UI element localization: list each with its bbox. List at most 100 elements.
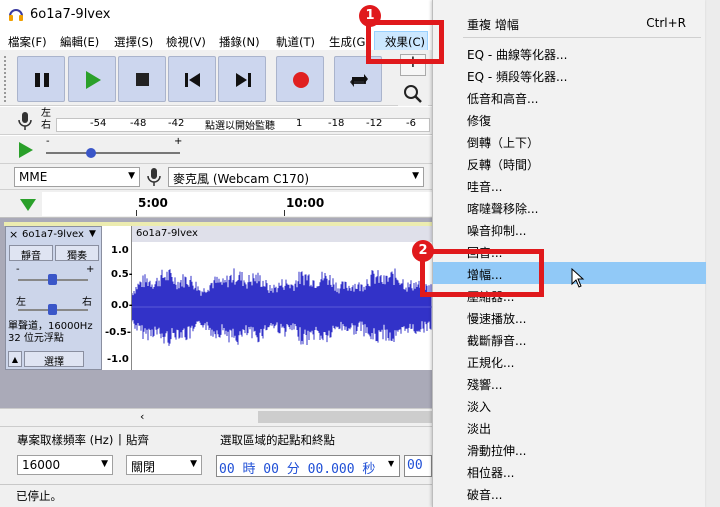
timeline-ruler[interactable]: [42, 192, 432, 216]
meter-click-to-monitor[interactable]: 點選以開始監聽: [205, 117, 275, 132]
effect-menu-item[interactable]: 相位器...: [433, 460, 706, 482]
clip-title[interactable]: 6o1a7-9lvex: [132, 226, 432, 242]
skip-start-button[interactable]: [168, 56, 216, 102]
waveform[interactable]: [132, 244, 432, 370]
pan-right-label: 右: [82, 297, 92, 308]
audio-host-value: MME: [19, 170, 48, 184]
callout-badge-1: 1: [359, 5, 381, 27]
effect-menu-item-label: 慢速播放...: [467, 312, 527, 326]
snap-select[interactable]: 關閉 ▼: [126, 455, 202, 475]
chevron-down-icon: ▼: [412, 171, 419, 181]
menu-view[interactable]: 檢視(V): [166, 34, 206, 50]
audio-host-select[interactable]: MME ▼: [14, 167, 140, 187]
effect-menu-item-label: 低音和高音...: [467, 92, 539, 106]
selection-start-time[interactable]: 00 時 00 分 00.000 秒: [216, 455, 400, 477]
effect-menu-item[interactable]: 修復: [433, 108, 706, 130]
play-button[interactable]: [68, 56, 116, 102]
background-window-edge: [705, 0, 720, 507]
menu-edit[interactable]: 編輯(E): [60, 34, 99, 50]
tick-mark: [284, 210, 285, 216]
pin-playhead-icon[interactable]: [18, 196, 38, 214]
effect-menu-item[interactable]: 淡入: [433, 394, 706, 416]
y-tick: -0.5-: [105, 327, 132, 338]
snap-label-separator: |: [118, 432, 122, 446]
effect-menu-item[interactable]: 滑動拉伸...: [433, 438, 706, 460]
menu-transport[interactable]: 播錄(N): [219, 34, 260, 50]
effect-menu-item[interactable]: 淡出: [433, 416, 706, 438]
zoom-icon[interactable]: [400, 82, 426, 104]
menu-tracks[interactable]: 軌道(T): [276, 34, 315, 50]
effect-menu-item[interactable]: 反轉（時間）: [433, 152, 706, 174]
timeline-tick: 10:00: [286, 196, 325, 210]
effect-menu-item[interactable]: 噪音抑制...: [433, 218, 706, 240]
speed-slider-track[interactable]: [46, 152, 180, 154]
solo-button[interactable]: 獨奏: [55, 245, 99, 262]
selection-end-time[interactable]: 00: [404, 455, 432, 477]
effect-menu-item[interactable]: 重複 增幅 Ctrl+R: [433, 12, 706, 34]
menu-generate[interactable]: 生成(G): [329, 34, 370, 50]
meter-tick: -12: [366, 118, 383, 129]
effect-menu-item[interactable]: 殘響...: [433, 372, 706, 394]
recording-device-select[interactable]: 麥克風 (Webcam C170) ▼: [168, 167, 424, 187]
chevron-down-icon: ▼: [101, 459, 108, 469]
callout-box-2: [420, 249, 544, 297]
effect-menu-item-label: 噪音抑制...: [467, 224, 527, 238]
microphone-icon[interactable]: [16, 110, 34, 132]
stop-button[interactable]: [118, 56, 166, 102]
effect-menu-item-label: 重複 增幅: [467, 18, 519, 32]
effect-menu-item[interactable]: 喀噠聲移除...: [433, 196, 706, 218]
effect-menu-item[interactable]: 哇音...: [433, 174, 706, 196]
menu-file[interactable]: 檔案(F): [8, 34, 47, 50]
effect-menu-item[interactable]: 截斷靜音...: [433, 328, 706, 350]
effect-menu-item-label: 淡入: [467, 400, 492, 414]
mute-button[interactable]: 靜音: [9, 245, 53, 262]
scroll-thumb[interactable]: [258, 411, 432, 423]
effect-menu-item[interactable]: EQ - 曲線等化器...: [433, 42, 706, 64]
select-track-button[interactable]: 選擇: [24, 351, 84, 368]
effect-menu-item[interactable]: 低音和高音...: [433, 86, 706, 108]
chevron-down-icon[interactable]: ▼: [89, 229, 96, 239]
menu-select[interactable]: 選擇(S): [114, 34, 153, 50]
close-icon[interactable]: ×: [9, 228, 18, 241]
project-rate-value: 16000: [22, 458, 61, 472]
effect-menu-item[interactable]: 倒轉（上下）: [433, 130, 706, 152]
timeline-tick: 5:00: [138, 196, 168, 210]
effect-menu-item[interactable]: 正規化...: [433, 350, 706, 372]
effect-menu-item-label: 滑動拉伸...: [467, 444, 527, 458]
meter-tick: -6: [406, 118, 416, 129]
speed-slider-thumb[interactable]: [86, 148, 96, 158]
meter-channel-labels: 左 右: [41, 108, 51, 131]
effect-menu-item[interactable]: 慢速播放...: [433, 306, 706, 328]
pause-button[interactable]: [17, 56, 65, 102]
snap-label: 貼齊: [126, 433, 149, 447]
gain-minus-label: -: [16, 264, 20, 275]
scroll-left-icon[interactable]: ‹: [140, 410, 144, 423]
skip-end-button[interactable]: [218, 56, 266, 102]
meter-tick: 1: [296, 118, 303, 129]
effect-menu-item[interactable]: EQ - 頻段等化器...: [433, 64, 706, 86]
chevron-down-icon[interactable]: ▼: [388, 459, 394, 468]
record-button[interactable]: [276, 56, 324, 102]
effect-menu-item-label: 喀噠聲移除...: [467, 202, 539, 216]
gain-slider-thumb[interactable]: [48, 274, 57, 285]
selection-range-label: 選取區域的起點和終點: [220, 433, 335, 447]
effect-menu-item-label: 修復: [467, 114, 492, 128]
track-name[interactable]: 6o1a7-9lvex: [22, 229, 84, 240]
effect-menu-item-label: 正規化...: [467, 356, 515, 370]
callout-badge-2: 2: [412, 240, 434, 262]
effect-menu-item-label: 殘響...: [467, 378, 503, 392]
meter-tick: -18: [328, 118, 345, 129]
collapse-icon[interactable]: ▲: [8, 351, 22, 367]
toolbar-grip[interactable]: [4, 56, 10, 102]
project-rate-select[interactable]: 16000 ▼: [17, 455, 113, 475]
effect-menu-item-label: 破音...: [467, 488, 503, 502]
y-tick: -1.0: [107, 354, 129, 365]
play-at-speed-bar: [0, 136, 432, 164]
tick-mark: [136, 210, 137, 216]
play-at-speed-icon[interactable]: [16, 140, 36, 160]
effect-menu-item[interactable]: 破音...: [433, 482, 706, 504]
effect-menu-item-label: 相位器...: [467, 466, 515, 480]
project-rate-label: 專案取樣頻率 (Hz): [17, 433, 114, 447]
pan-slider-thumb[interactable]: [48, 304, 57, 315]
mouse-cursor-icon: [571, 267, 585, 288]
